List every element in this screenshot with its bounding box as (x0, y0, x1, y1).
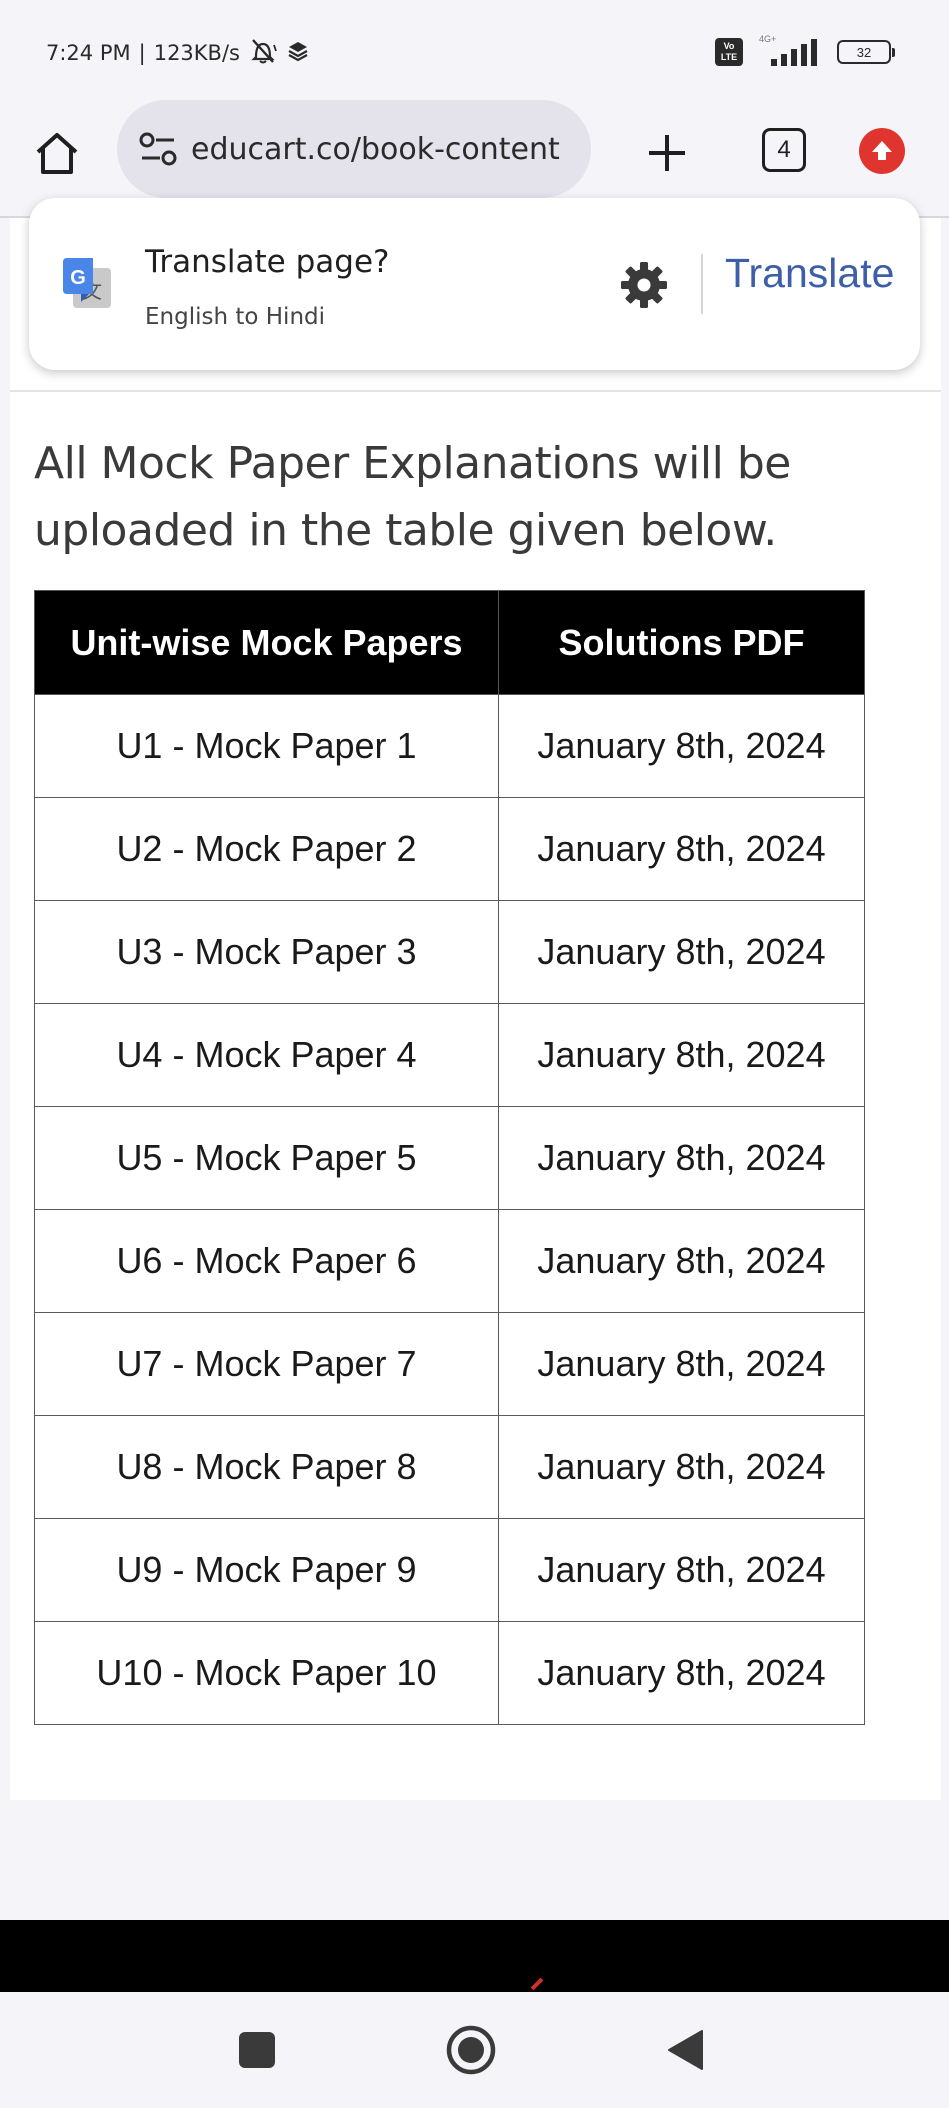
translate-settings-button[interactable] (619, 260, 669, 310)
tab-count: 4 (777, 136, 791, 163)
translate-title: Translate page? (145, 244, 390, 280)
solution-date-cell: January 8th, 2024 (498, 1518, 865, 1622)
paper-cell: U2 - Mock Paper 2 (34, 797, 499, 901)
solution-date-cell: January 8th, 2024 (498, 694, 865, 798)
media-mark (530, 1977, 544, 1991)
status-left: 7:24 PM | 123KB/s (46, 38, 310, 68)
network-type: 4G+ (759, 34, 777, 44)
square-icon (239, 2032, 275, 2068)
translate-button[interactable]: Translate (725, 250, 894, 297)
table-row: U6 - Mock Paper 6 January 8th, 2024 (34, 1209, 865, 1313)
paper-cell: U5 - Mock Paper 5 (34, 1106, 499, 1210)
network-speed: 123KB/s (153, 41, 240, 65)
battery-icon: 32 (837, 40, 895, 64)
bottom-media-bar (0, 1920, 949, 1992)
column-header-papers: Unit-wise Mock Papers (34, 590, 499, 695)
table-header-row: Unit-wise Mock Papers Solutions PDF (34, 590, 865, 695)
table-row: U4 - Mock Paper 4 January 8th, 2024 (34, 1003, 865, 1107)
triangle-back-icon (668, 2030, 703, 2070)
layers-icon (286, 39, 310, 68)
paper-cell: U10 - Mock Paper 10 (34, 1621, 499, 1725)
table-row: U8 - Mock Paper 8 January 8th, 2024 (34, 1415, 865, 1519)
back-button[interactable] (656, 2020, 716, 2080)
home-button[interactable] (30, 126, 84, 180)
home-icon (36, 133, 78, 174)
gear-icon (621, 262, 667, 308)
table-row: U1 - Mock Paper 1 January 8th, 2024 (34, 694, 865, 798)
new-tab-button[interactable] (640, 126, 694, 180)
home-nav-button[interactable] (441, 2020, 501, 2080)
solution-date-cell: January 8th, 2024 (498, 1621, 865, 1725)
table-row: U3 - Mock Paper 3 January 8th, 2024 (34, 900, 865, 1004)
table-row: U9 - Mock Paper 9 January 8th, 2024 (34, 1518, 865, 1622)
solution-date-cell: January 8th, 2024 (498, 797, 865, 901)
system-nav-bar (0, 1992, 949, 2108)
solution-date-cell: January 8th, 2024 (498, 1003, 865, 1107)
url-text[interactable]: educart.co/book-content (191, 132, 581, 167)
signal-icon: 4G+ (759, 34, 821, 66)
recents-button[interactable] (227, 2020, 287, 2080)
solution-date-cell: January 8th, 2024 (498, 1415, 865, 1519)
translate-popup: 文 G Translate page? English to Hindi Tra… (29, 198, 920, 370)
status-bar: 7:24 PM | 123KB/s Vo LTE 4G+ 32 (0, 0, 949, 100)
solution-date-cell: January 8th, 2024 (498, 1209, 865, 1313)
paper-cell: U4 - Mock Paper 4 (34, 1003, 499, 1107)
status-separator: | (138, 41, 146, 65)
table-row: U5 - Mock Paper 5 January 8th, 2024 (34, 1106, 865, 1210)
paper-cell: U6 - Mock Paper 6 (34, 1209, 499, 1313)
intro-paragraph: All Mock Paper Explanations will be uplo… (34, 438, 791, 556)
paper-cell: U8 - Mock Paper 8 (34, 1415, 499, 1519)
translate-divider (701, 254, 703, 314)
tab-switcher-button[interactable]: 4 (762, 128, 806, 172)
address-bar[interactable]: educart.co/book-content (117, 100, 591, 198)
paper-cell: U7 - Mock Paper 7 (34, 1312, 499, 1416)
page-divider (10, 390, 941, 392)
web-page: All Mock Paper Explanations will be uplo… (10, 218, 941, 1800)
svg-text:G: G (70, 267, 86, 289)
mock-papers-table: Unit-wise Mock Papers Solutions PDF U1 -… (34, 590, 865, 1725)
status-right: Vo LTE 4G+ 32 (715, 34, 895, 68)
battery-level: 32 (856, 44, 872, 60)
arrow-up-icon (872, 141, 892, 160)
table-row: U7 - Mock Paper 7 January 8th, 2024 (34, 1312, 865, 1416)
plus-icon (649, 135, 685, 171)
paper-cell: U9 - Mock Paper 9 (34, 1518, 499, 1622)
volte-icon: Vo LTE (715, 38, 743, 66)
paper-cell: U3 - Mock Paper 3 (34, 900, 499, 1004)
mute-bell-icon (248, 37, 278, 70)
paper-cell: U1 - Mock Paper 1 (34, 694, 499, 798)
solution-date-cell: January 8th, 2024 (498, 1106, 865, 1210)
google-translate-icon: 文 G (63, 258, 111, 308)
solution-date-cell: January 8th, 2024 (498, 900, 865, 1004)
tune-icon[interactable] (137, 128, 179, 170)
table-row: U2 - Mock Paper 2 January 8th, 2024 (34, 797, 865, 901)
solution-date-cell: January 8th, 2024 (498, 1312, 865, 1416)
circle-icon (446, 2025, 496, 2075)
clock: 7:24 PM (46, 41, 131, 65)
column-header-solutions: Solutions PDF (498, 590, 865, 695)
translate-languages[interactable]: English to Hindi (145, 304, 325, 330)
update-button[interactable] (859, 128, 905, 174)
table-row: U10 - Mock Paper 10 January 8th, 2024 (34, 1621, 865, 1725)
